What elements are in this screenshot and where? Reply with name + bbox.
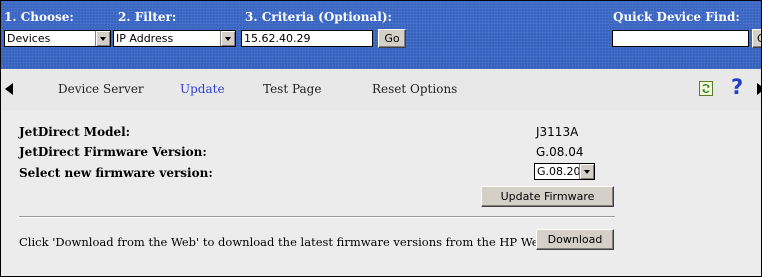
choose-select[interactable]: Devices xyxy=(4,30,111,47)
update-firmware-button[interactable]: Update Firmware xyxy=(481,186,614,207)
model-label: JetDirect Model: xyxy=(19,125,131,139)
filter-select[interactable]: IP Address xyxy=(113,30,236,47)
tab-reset-options[interactable]: Reset Options xyxy=(372,82,457,96)
select-firmware-label: Select new firmware version: xyxy=(19,166,213,180)
scroll-right-icon[interactable] xyxy=(757,83,761,95)
nav-bar: Device Server Update Test Page Reset Opt… xyxy=(1,69,761,110)
go-button[interactable]: Go xyxy=(378,29,406,48)
download-button[interactable]: Download xyxy=(536,229,614,250)
quick-find-label: Quick Device Find: xyxy=(613,10,740,24)
choose-select-value: Devices xyxy=(7,32,51,45)
device-update-frame: 1. Choose: 2. Filter: 3. Criteria (Optio… xyxy=(0,0,762,277)
choose-label: 1. Choose: xyxy=(4,10,74,24)
update-panel: JetDirect Model: J3113A JetDirect Firmwa… xyxy=(1,110,761,276)
chevron-down-icon[interactable] xyxy=(95,31,110,46)
filter-select-value: IP Address xyxy=(116,32,174,45)
scroll-left-icon[interactable] xyxy=(5,83,13,95)
criteria-label: 3. Criteria (Optional): xyxy=(245,10,392,24)
firmware-version-label: JetDirect Firmware Version: xyxy=(19,145,207,159)
divider xyxy=(19,216,615,218)
filter-bar: 1. Choose: 2. Filter: 3. Criteria (Optio… xyxy=(1,1,761,69)
chevron-down-icon[interactable] xyxy=(220,31,235,46)
tab-device-server[interactable]: Device Server xyxy=(58,82,144,96)
model-value: J3113A xyxy=(536,125,579,139)
tab-update[interactable]: Update xyxy=(180,82,225,96)
quick-find-input[interactable] xyxy=(612,30,749,47)
filter-label: 2. Filter: xyxy=(118,10,177,24)
refresh-icon[interactable] xyxy=(699,81,713,96)
criteria-input[interactable]: 15.62.40.29 xyxy=(241,30,373,47)
firmware-version-select[interactable]: G.08.20 xyxy=(534,163,595,180)
chevron-down-icon[interactable] xyxy=(579,164,594,179)
download-note: Click 'Download from the Web' to downloa… xyxy=(19,235,577,249)
help-icon[interactable]: ? xyxy=(731,75,743,99)
firmware-version-select-value: G.08.20 xyxy=(537,165,581,178)
firmware-version-value: G.08.04 xyxy=(536,145,584,159)
tab-test-page[interactable]: Test Page xyxy=(263,82,321,96)
quick-go-button[interactable]: Go xyxy=(752,29,761,48)
